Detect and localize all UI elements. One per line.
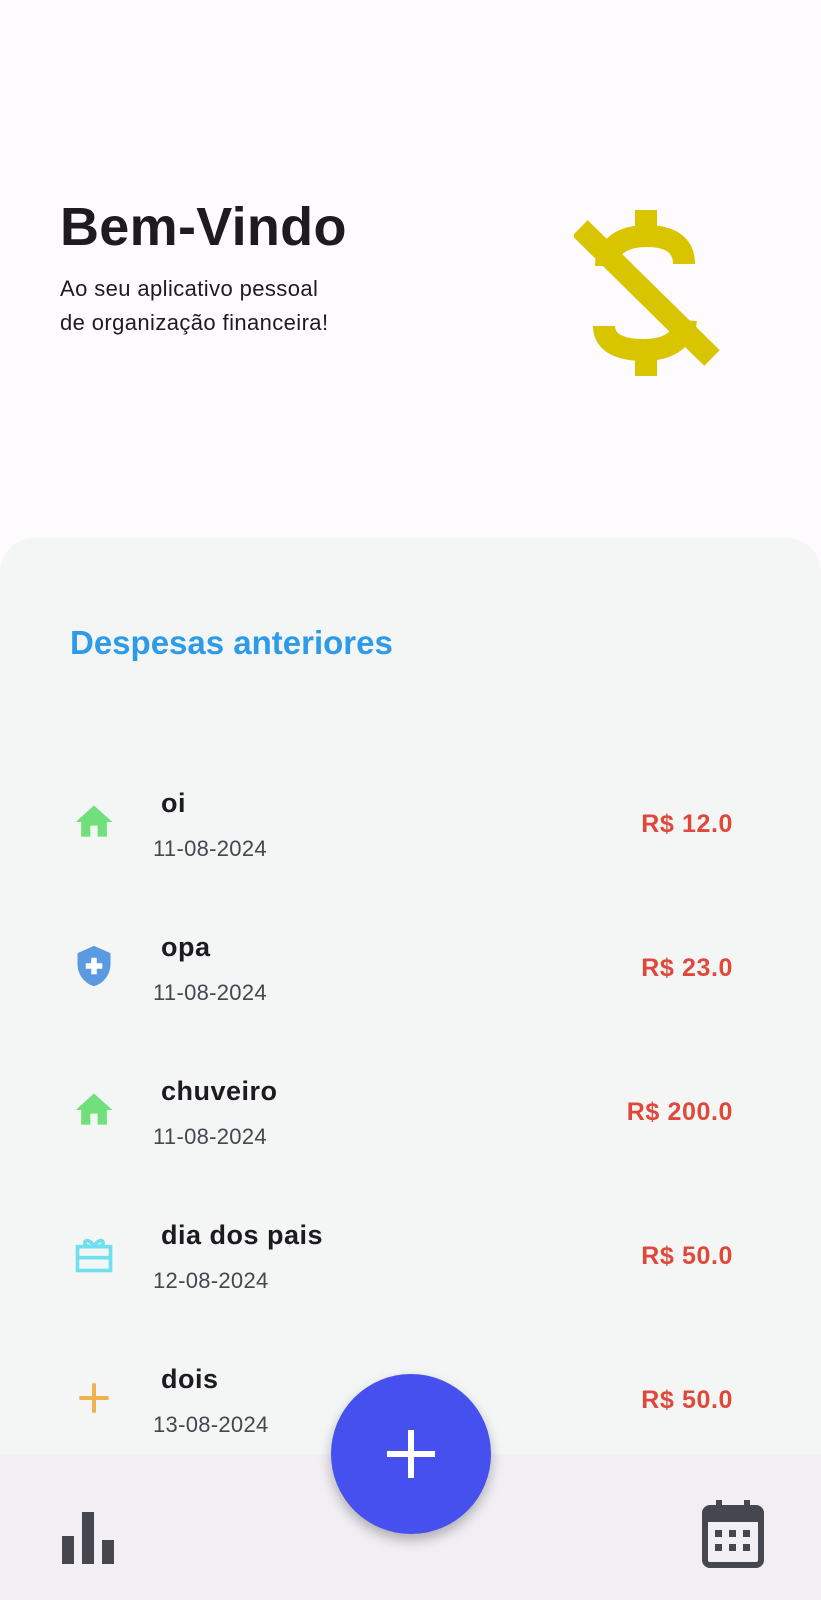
expense-amount: R$ 200.0 [626, 1098, 733, 1126]
expense-date: 12-08-2024 [153, 1268, 269, 1293]
bar-chart-icon [62, 1512, 114, 1564]
money-off-icon [574, 210, 720, 376]
expense-item[interactable]: chuveiro 11-08-2024 R$ 200.0 [0, 1058, 821, 1178]
expense-name: dia dos pais [161, 1220, 324, 1250]
welcome-subtitle-line-1: Ao seu aplicativo pessoal [60, 276, 319, 301]
welcome-title: Bem-Vindo [60, 197, 347, 257]
expense-amount: R$ 50.0 [641, 1386, 733, 1414]
expense-date: 11-08-2024 [153, 980, 267, 1005]
plus-icon [79, 1383, 109, 1413]
calendar-icon [702, 1500, 764, 1568]
home-icon [75, 1093, 113, 1125]
expense-name: dois [161, 1364, 219, 1394]
add-expense-button[interactable] [331, 1374, 491, 1534]
expense-name: oi [161, 788, 186, 818]
expense-amount: R$ 23.0 [641, 954, 733, 982]
home-icon [75, 805, 113, 837]
expense-amount: R$ 12.0 [641, 810, 733, 838]
expense-amount: R$ 50.0 [641, 1242, 733, 1270]
expense-item[interactable]: opa 11-08-2024 R$ 23.0 [0, 914, 821, 1034]
expense-date: 11-08-2024 [153, 1124, 267, 1149]
welcome-subtitle-line-2: de organização financeira! [60, 310, 329, 335]
welcome-subtitle: Ao seu aplicativo pessoal de organização… [60, 272, 400, 340]
calendar-button[interactable] [697, 1498, 769, 1570]
expenses-title: Despesas anteriores [70, 624, 393, 661]
expense-item[interactable]: dia dos pais 12-08-2024 R$ 50.0 [0, 1202, 821, 1322]
expense-date: 11-08-2024 [153, 836, 267, 861]
expense-name: opa [161, 932, 211, 962]
health-shield-icon [77, 945, 111, 987]
expense-date: 13-08-2024 [153, 1412, 269, 1437]
home-screen: Bem-Vindo Ao seu aplicativo pessoal de o… [0, 0, 821, 1600]
statistics-button[interactable] [52, 1500, 124, 1572]
expense-name: chuveiro [161, 1076, 278, 1106]
expense-item[interactable]: oi 11-08-2024 R$ 12.0 [0, 770, 821, 890]
add-icon [387, 1430, 435, 1478]
gift-icon [75, 1238, 113, 1273]
